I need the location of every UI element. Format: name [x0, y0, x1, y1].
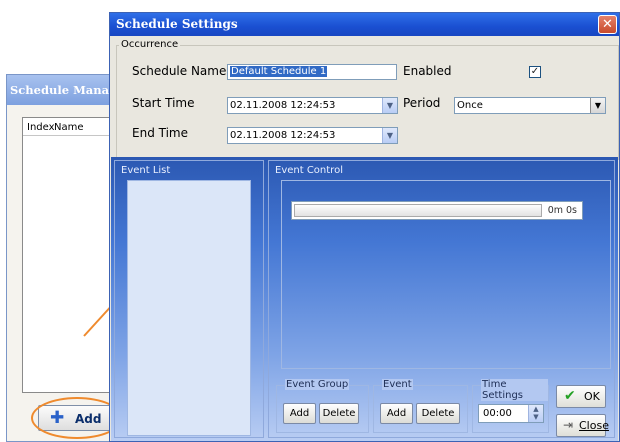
add-schedule-button[interactable]: ✚ Add	[38, 405, 113, 431]
time-settings-value: 00:00	[483, 408, 512, 419]
ok-label: OK	[584, 390, 600, 403]
check-icon: ✔	[564, 388, 576, 404]
event-control-area: 0m 0s	[281, 180, 611, 369]
event-group-label: Event Group	[285, 379, 350, 390]
event-list-panel: Event List	[114, 160, 264, 438]
event-list[interactable]	[127, 180, 251, 436]
dialog-title: Schedule Settings	[110, 13, 619, 36]
schedule-manager-title: Schedule Manager	[7, 75, 125, 105]
column-header-name[interactable]: Name	[54, 122, 84, 133]
event-group-box: Event Group Add Delete	[276, 379, 369, 433]
event-progress-fill	[294, 204, 542, 217]
lower-panels: Event List Event Control 0m 0s Event Gro…	[111, 157, 618, 441]
column-header-index[interactable]: Index	[27, 122, 55, 133]
chevron-down-icon[interactable]: ▼	[382, 128, 397, 143]
end-time-label: End Time	[132, 126, 188, 140]
elapsed-time: 0m 0s	[547, 205, 577, 216]
event-add-button[interactable]: Add	[380, 403, 413, 424]
start-time-value: 02.11.2008 12:24:53	[230, 100, 336, 111]
schedule-settings-dialog: Schedule Settings ✕ Occurrence Schedule …	[109, 12, 620, 442]
plus-icon: ✚	[50, 408, 65, 428]
time-settings-box: Time Settings 00:00 ▲ ▼	[472, 379, 549, 433]
event-progress-bar: 0m 0s	[291, 201, 583, 220]
event-group-delete-button[interactable]: Delete	[319, 403, 359, 424]
ok-button[interactable]: ✔ OK	[556, 385, 606, 408]
end-time-value: 02.11.2008 12:24:53	[230, 130, 336, 141]
event-list-label: Event List	[121, 165, 171, 176]
period-select[interactable]: Once ▼	[454, 97, 606, 114]
occurrence-group-label: Occurrence	[119, 39, 181, 50]
add-button-label: Add	[75, 412, 102, 426]
start-time-label: Start Time	[132, 96, 195, 110]
occurrence-group: Occurrence Schedule Name Default Schedul…	[116, 39, 619, 160]
schedule-name-value: Default Schedule 1	[230, 66, 328, 77]
enabled-checkbox[interactable]: ✓	[529, 66, 541, 78]
enabled-label: Enabled	[403, 64, 452, 78]
event-delete-button[interactable]: Delete	[416, 403, 460, 424]
close-button[interactable]: ⇥ Close	[556, 414, 609, 437]
spinner-arrows-icon[interactable]: ▲ ▼	[528, 405, 543, 422]
event-label: Event	[382, 379, 413, 390]
time-settings-label: Time Settings	[481, 379, 548, 401]
chevron-down-icon[interactable]: ▼	[382, 98, 397, 113]
period-value: Once	[457, 100, 483, 111]
schedule-name-label: Schedule Name	[132, 64, 227, 78]
event-control-label: Event Control	[275, 165, 343, 176]
close-icon[interactable]: ✕	[598, 15, 617, 34]
schedule-name-input[interactable]: Default Schedule 1	[227, 64, 397, 80]
event-group-add-button[interactable]: Add	[283, 403, 316, 424]
event-box: Event Add Delete	[373, 379, 468, 433]
schedule-manager-window: Schedule Manager Index Name ✚ Add	[6, 74, 127, 442]
exit-icon: ⇥	[563, 418, 574, 432]
chevron-down-icon[interactable]: ▼	[590, 98, 605, 113]
period-label: Period	[403, 96, 441, 110]
start-time-picker[interactable]: 02.11.2008 12:24:53 ▼	[227, 97, 398, 114]
end-time-picker[interactable]: 02.11.2008 12:24:53 ▼	[227, 127, 398, 144]
close-label: Close	[579, 419, 609, 432]
time-settings-spinner[interactable]: 00:00 ▲ ▼	[478, 404, 544, 423]
